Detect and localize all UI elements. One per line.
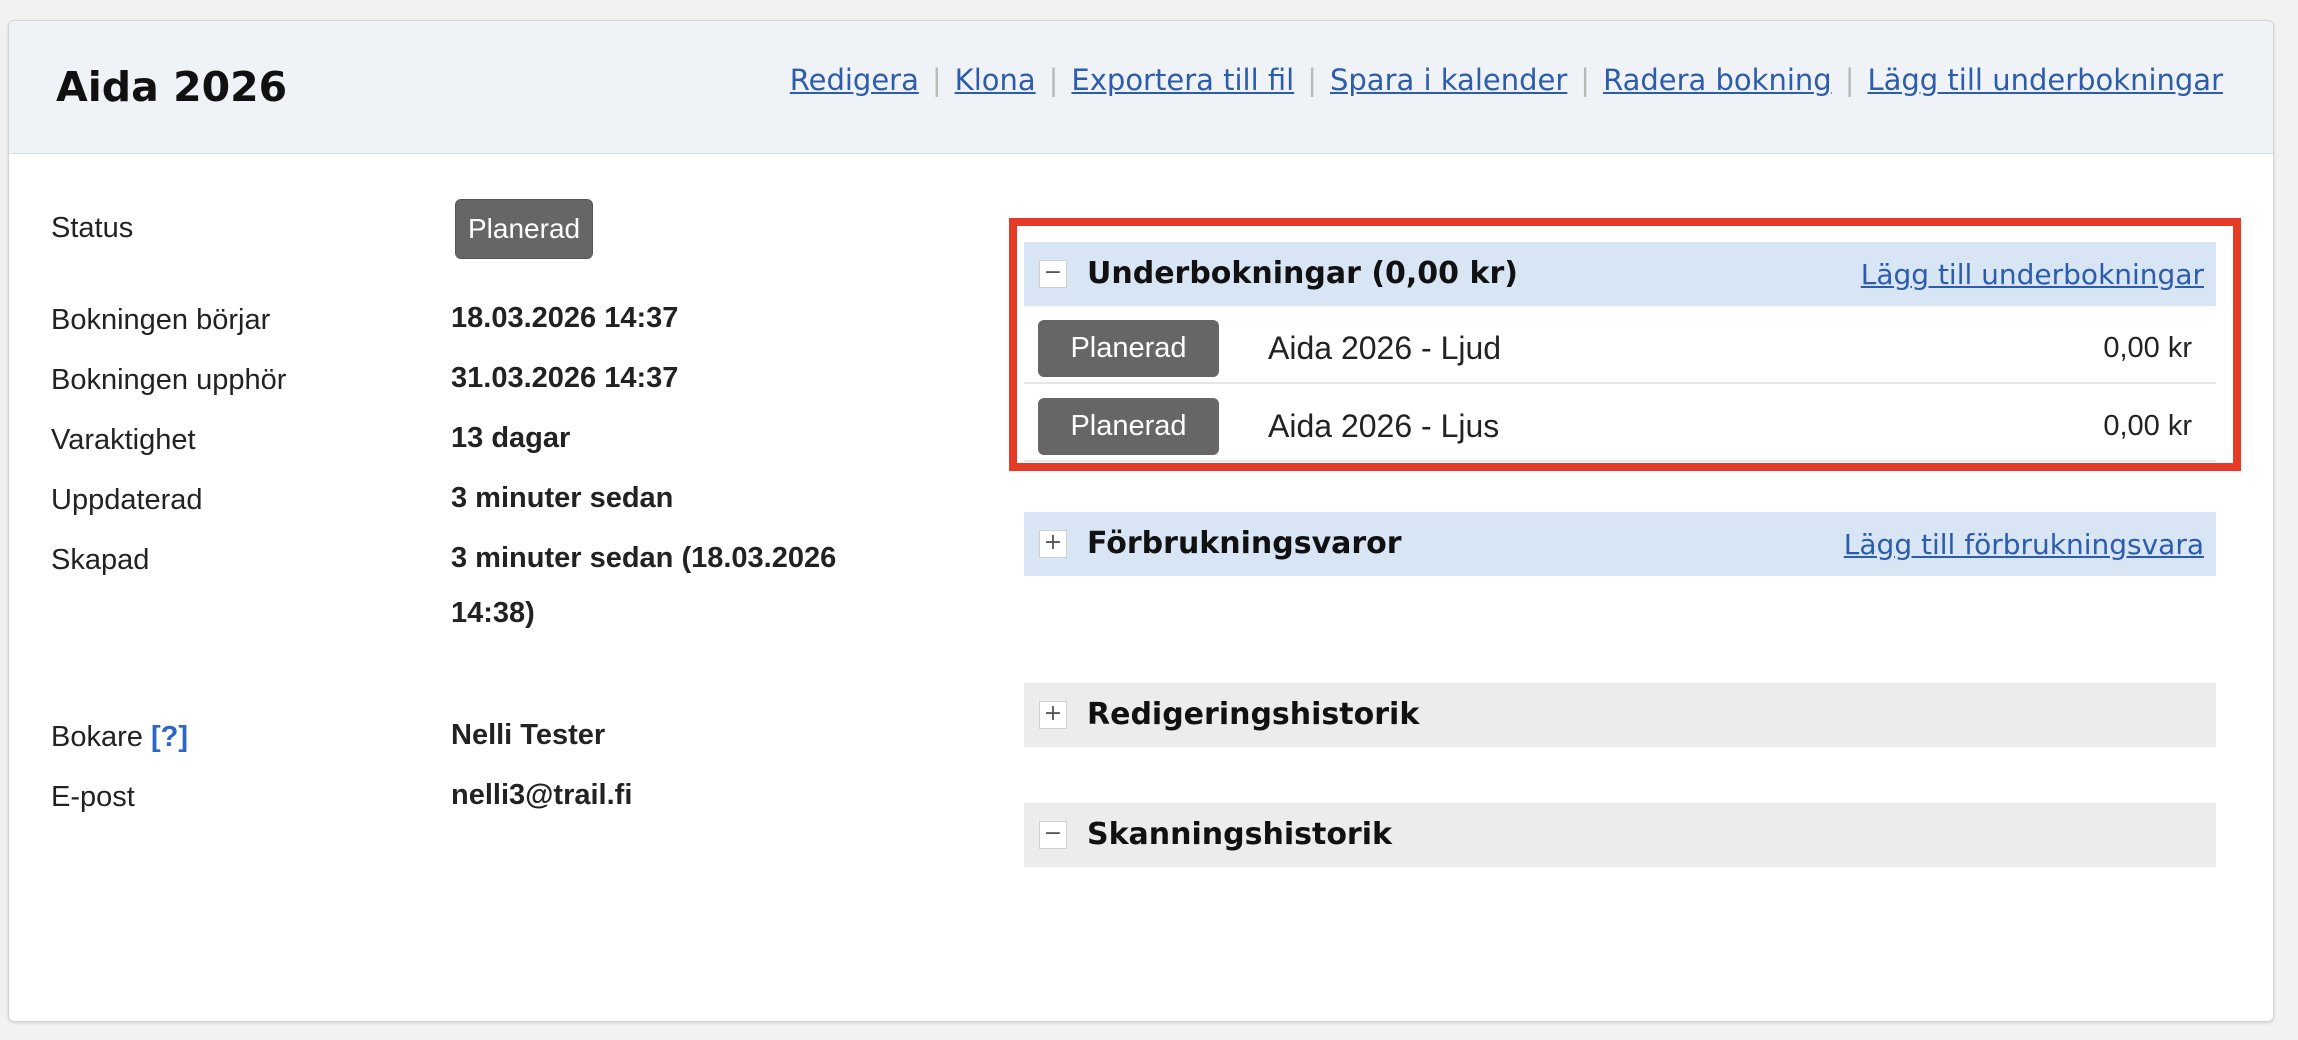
scan-history-panel: − Skanningshistorik bbox=[1024, 803, 2216, 867]
edit-history-title: Redigeringshistorik bbox=[1087, 697, 1420, 732]
created-label: Skapad bbox=[51, 544, 150, 576]
duration-value: 13 dagar bbox=[451, 422, 571, 454]
email-label: E-post bbox=[51, 781, 135, 813]
end-label: Bokningen upphör bbox=[51, 364, 287, 396]
add-consumable-link[interactable]: Lägg till förbrukningsvara bbox=[1844, 528, 2204, 561]
collapse-icon[interactable]: − bbox=[1039, 260, 1067, 288]
edit-history-panel: + Redigeringshistorik bbox=[1024, 683, 2216, 747]
booking-actions: Redigera | Klona | Exportera till fil | … bbox=[790, 63, 2223, 97]
add-subbookings-panel-link[interactable]: Lägg till underbokningar bbox=[1861, 258, 2204, 291]
status-badge: Planerad bbox=[455, 199, 594, 259]
consumables-panel-header: + Förbrukningsvaror Lägg till förbruknin… bbox=[1024, 512, 2216, 576]
consumables-panel: + Förbrukningsvaror Lägg till förbruknin… bbox=[1024, 512, 2216, 576]
booker-label: Bokare bbox=[51, 721, 143, 753]
created-value-line2: 14:38) bbox=[451, 597, 535, 629]
email-value: nelli3@trail.fi bbox=[451, 779, 633, 811]
created-value-line1: 3 minuter sedan (18.03.2026 bbox=[451, 542, 837, 574]
status-badge[interactable]: Planerad bbox=[1038, 320, 1219, 377]
export-link[interactable]: Exportera till fil bbox=[1071, 63, 1294, 97]
consumables-title: Förbrukningsvaror bbox=[1087, 526, 1402, 561]
status-badge[interactable]: Planerad bbox=[1038, 398, 1219, 455]
subbookings-panel: − Underbokningar (0,00 kr) Lägg till und… bbox=[1024, 242, 2216, 462]
delete-booking-link[interactable]: Radera bokning bbox=[1603, 63, 1832, 97]
edit-link[interactable]: Redigera bbox=[790, 63, 919, 97]
status-label: Status bbox=[51, 212, 134, 244]
updated-value: 3 minuter sedan bbox=[451, 482, 674, 514]
collapse-icon[interactable]: − bbox=[1039, 821, 1067, 849]
subbooking-price: 0,00 kr bbox=[2103, 410, 2192, 442]
separator: | bbox=[1844, 63, 1855, 97]
scan-history-panel-header: − Skanningshistorik bbox=[1024, 803, 2216, 867]
table-row[interactable]: Planerad Aida 2026 - Ljud 0,00 kr bbox=[1024, 306, 2216, 384]
duration-label: Varaktighet bbox=[51, 424, 196, 456]
booker-help-link[interactable]: [?] bbox=[151, 721, 188, 753]
updated-label: Uppdaterad bbox=[51, 484, 203, 516]
start-label: Bokningen börjar bbox=[51, 304, 271, 336]
end-value: 31.03.2026 14:37 bbox=[451, 362, 679, 394]
scan-history-title: Skanningshistorik bbox=[1087, 817, 1392, 852]
page-title: Aida 2026 bbox=[56, 63, 288, 111]
expand-icon[interactable]: + bbox=[1039, 530, 1067, 558]
separator: | bbox=[931, 63, 942, 97]
separator: | bbox=[1048, 63, 1059, 97]
separator: | bbox=[1580, 63, 1591, 97]
table-row[interactable]: Planerad Aida 2026 - Ljus 0,00 kr bbox=[1024, 384, 2216, 462]
booker-value: Nelli Tester bbox=[451, 719, 606, 751]
subbooking-name: Aida 2026 - Ljus bbox=[1268, 408, 1500, 444]
expand-icon[interactable]: + bbox=[1039, 701, 1067, 729]
booking-header: Aida 2026 Redigera | Klona | Exportera t… bbox=[9, 21, 2273, 154]
separator: | bbox=[1307, 63, 1317, 97]
subbooking-name: Aida 2026 - Ljud bbox=[1268, 330, 1502, 366]
add-subbookings-link[interactable]: Lägg till underbokningar bbox=[1867, 63, 2223, 97]
start-value: 18.03.2026 14:37 bbox=[451, 302, 679, 334]
edit-history-panel-header: + Redigeringshistorik bbox=[1024, 683, 2216, 747]
side-panels: − Underbokningar (0,00 kr) Lägg till und… bbox=[1024, 220, 2216, 867]
subbooking-price: 0,00 kr bbox=[2103, 332, 2192, 364]
subbookings-title: Underbokningar (0,00 kr) bbox=[1087, 256, 1518, 291]
save-calendar-link[interactable]: Spara i kalender bbox=[1330, 63, 1567, 97]
clone-link[interactable]: Klona bbox=[955, 63, 1036, 97]
subbookings-panel-header: − Underbokningar (0,00 kr) Lägg till und… bbox=[1024, 242, 2216, 306]
booker-label-wrap: Bokare [?] bbox=[51, 721, 188, 754]
